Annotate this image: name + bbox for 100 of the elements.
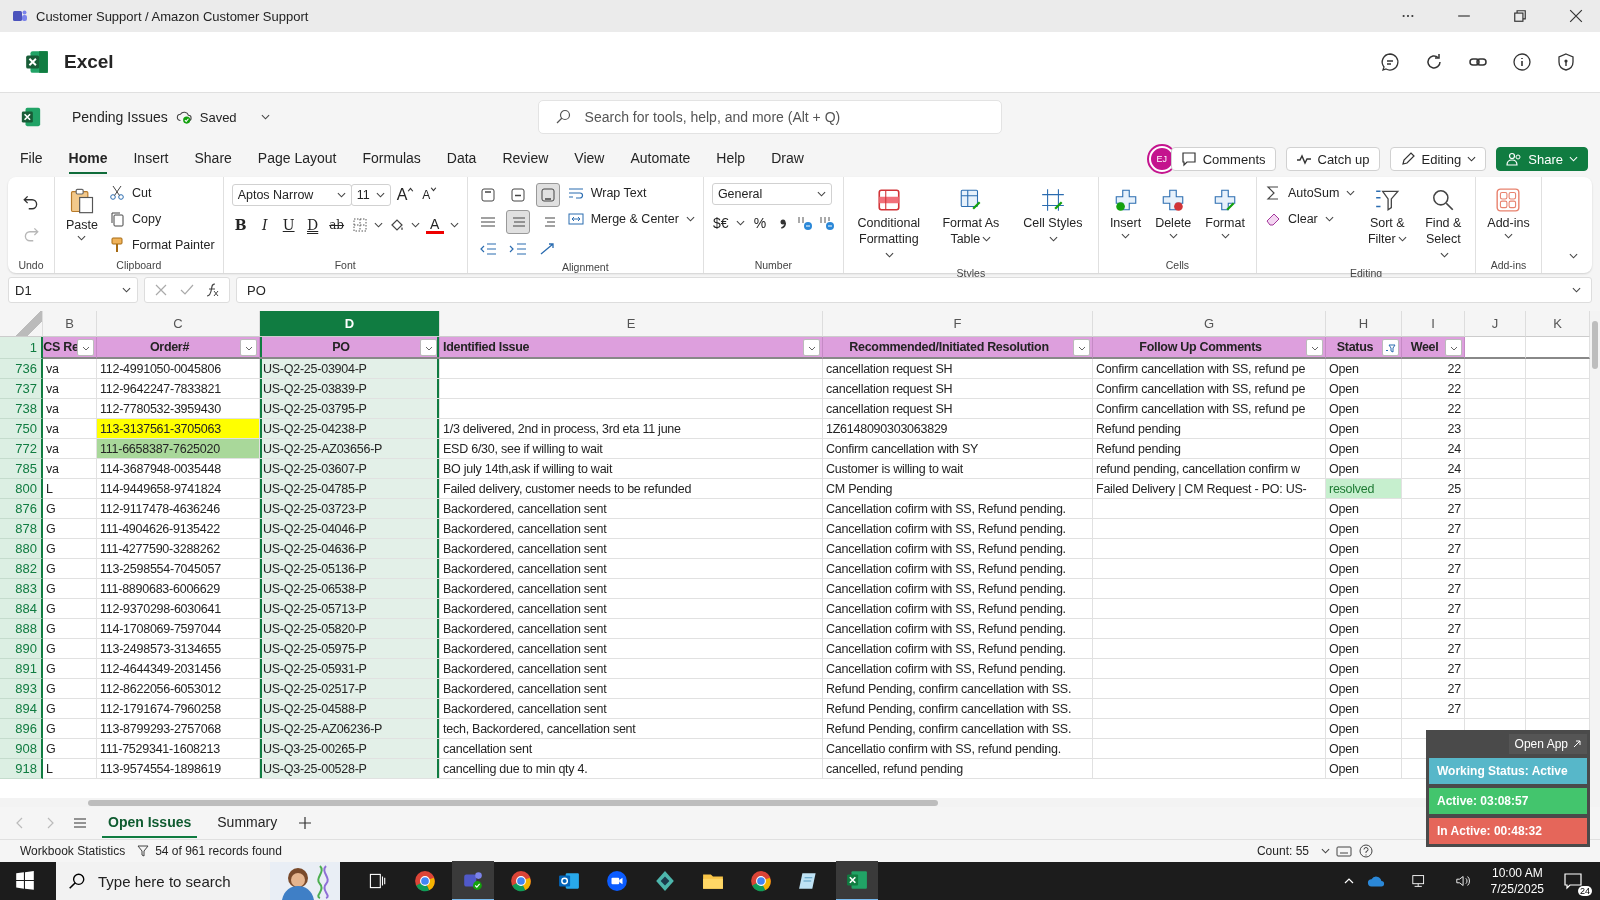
cells-button[interactable]: Format [1202,183,1248,243]
chevron-down-icon[interactable] [410,222,420,228]
clock-time[interactable]: 10:00 AM [1491,866,1543,880]
function-icon[interactable] [205,282,221,298]
help-icon[interactable] [1358,843,1374,859]
row-number[interactable]: 1 [0,337,43,359]
restore-icon[interactable] [1513,9,1527,23]
browser-icon[interactable] [414,870,436,892]
row-number[interactable]: 884 [0,599,43,619]
menu-tab[interactable]: Formulas [362,144,421,174]
number-format-dropdown[interactable]: General [711,183,832,205]
menu-tab[interactable]: Share [194,144,232,174]
vertical-align-icon[interactable] [535,183,560,207]
wrap-text-button[interactable]: Wrap Text [567,183,695,203]
row-number[interactable]: 785 [0,459,43,479]
name-box[interactable]: D1 [8,277,138,303]
close-icon[interactable] [1569,9,1583,23]
bold-button[interactable]: B [231,213,250,237]
underline-button[interactable]: U [279,213,298,237]
menu-tab[interactable]: Review [502,144,549,174]
row-number[interactable]: 772 [0,439,43,459]
refresh-icon[interactable] [1424,52,1444,72]
double-underline-button[interactable]: D [303,213,322,237]
browser-icon[interactable] [510,870,532,892]
row-number[interactable]: 737 [0,379,43,399]
percent-button[interactable]: % [750,211,769,235]
clear-button[interactable]: Clear [1264,209,1356,229]
row-number[interactable]: 882 [0,559,43,579]
style-button[interactable]: Format As Table [933,183,1008,252]
undo-icon[interactable] [22,193,40,211]
style-button[interactable]: Conditional Formatting [851,183,926,267]
decrease-decimal-icon[interactable] [818,215,835,231]
menu-tab[interactable]: Data [446,144,477,174]
row-number[interactable]: 896 [0,719,43,739]
add-icon[interactable] [297,815,314,831]
row-number[interactable]: 893 [0,679,43,699]
row-number[interactable]: 738 [0,399,43,419]
row-number[interactable]: 876 [0,499,43,519]
formula-field[interactable]: PO [236,277,1592,303]
cells-button[interactable]: Delete [1152,183,1195,243]
cut-button[interactable]: Cut [108,183,215,203]
paste-button[interactable]: Paste [63,183,101,245]
row-number[interactable]: 883 [0,579,43,599]
autosum-button[interactable]: AutoSum [1264,183,1356,203]
row-number[interactable]: 918 [0,759,43,779]
merge-center-button[interactable]: Merge & Center [567,209,695,229]
chevron-down-icon[interactable] [1321,848,1330,854]
spreadsheet-app-icon[interactable] [846,869,868,891]
grow-font-button[interactable]: A [396,183,415,207]
catch-up-button[interactable]: Catch up [1285,147,1380,171]
info-icon[interactable] [1512,52,1532,72]
sort-filter-button[interactable]: Sort & Filter [1363,183,1412,252]
chevron-down-icon[interactable] [735,220,745,226]
row-number[interactable]: 878 [0,519,43,539]
row-number[interactable]: 736 [0,359,43,379]
clock-date[interactable]: 7/25/2025 [1490,882,1544,896]
row-number[interactable]: 880 [0,539,43,559]
find-select-button[interactable]: Find & Select [1419,183,1468,267]
italic-button[interactable]: I [255,213,274,237]
menu-tab[interactable]: View [574,144,605,174]
copy-button[interactable]: Copy [108,209,215,229]
cells-button[interactable]: Insert [1106,183,1145,243]
chat-bubble-icon[interactable] [1380,52,1400,72]
chat-app-icon[interactable] [462,869,484,891]
menu-tab[interactable]: Page Layout [257,144,337,174]
row-number[interactable]: 908 [0,739,43,759]
row-number[interactable]: 894 [0,699,43,719]
chevron-down-icon[interactable] [449,222,459,228]
menu-tab[interactable]: Home [68,144,108,174]
chevron-down-icon[interactable] [260,114,270,120]
diamond-app-icon[interactable] [654,870,676,892]
menu-tab[interactable]: File [20,144,43,174]
currency-button[interactable]: $€ [711,211,730,235]
menu-tab[interactable]: Automate [630,144,691,174]
menu-icon[interactable] [72,815,88,831]
document-name[interactable]: Pending Issues [72,109,168,125]
row-number[interactable]: 890 [0,639,43,659]
font-color-button[interactable]: A [425,216,444,234]
menu-tab[interactable]: Insert [133,144,169,174]
mail-app-icon[interactable] [558,870,580,892]
filter-button[interactable] [1382,339,1399,356]
taskbar-search-field[interactable]: Type here to search [56,862,340,900]
row-number[interactable]: 800 [0,479,43,499]
share-button[interactable]: Share [1496,147,1588,171]
open-app-button[interactable]: Open App [1508,734,1587,754]
font-size-dropdown[interactable]: 11 [350,184,391,206]
format-painter-button[interactable]: Format Painter [108,235,215,255]
comments-button[interactable]: Comments [1170,147,1276,171]
increase-decimal-icon[interactable] [796,215,813,231]
chevron-down-icon[interactable] [373,222,383,228]
workbook-statistics[interactable]: Workbook Statistics [20,844,126,858]
menu-tab[interactable]: Help [716,144,746,174]
sheet-tab[interactable]: Summary [211,808,284,838]
taskbar-search-input[interactable]: Type here to search [96,861,260,900]
horizontal-align-icon[interactable] [505,210,530,234]
shrink-font-button[interactable]: A [420,183,439,207]
chevron-down-icon[interactable] [1569,253,1578,259]
row-number[interactable]: 888 [0,619,43,639]
editing-mode-button[interactable]: Editing [1389,147,1487,171]
column-letter[interactable]: D [260,311,440,337]
